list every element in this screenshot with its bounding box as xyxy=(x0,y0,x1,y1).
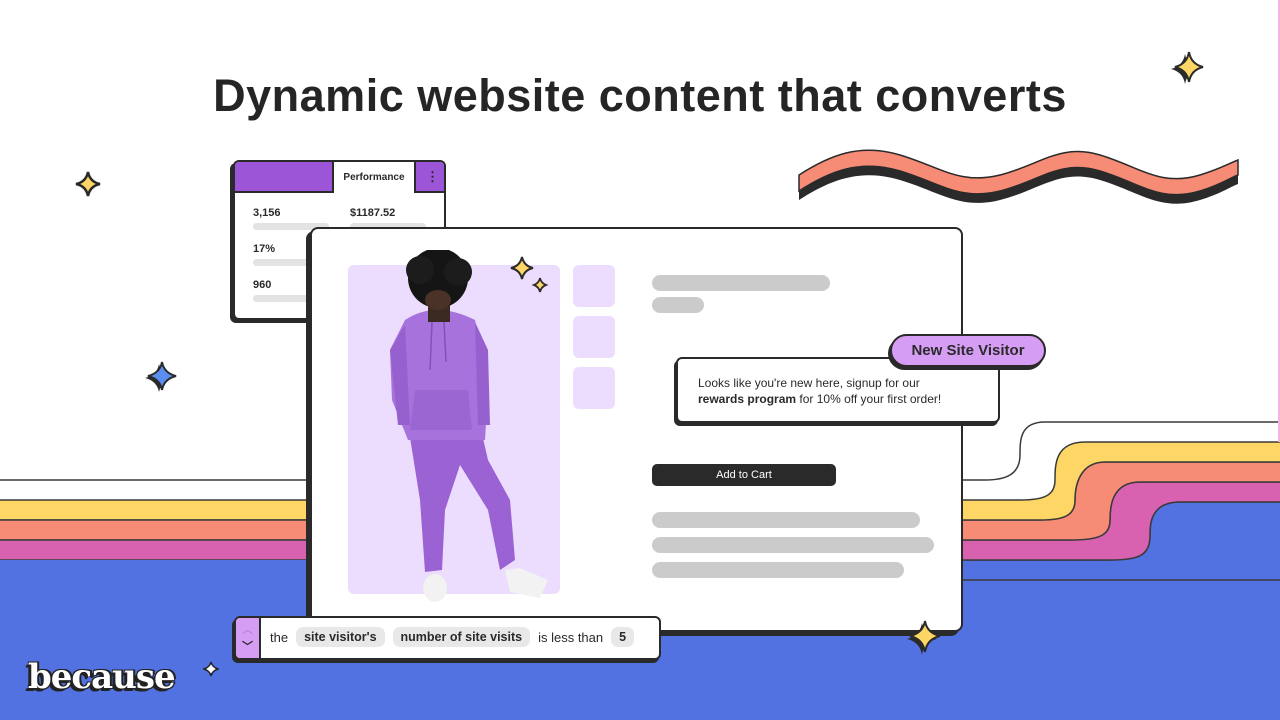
description-skeleton xyxy=(652,537,934,553)
add-to-cart-button[interactable]: Add to Cart xyxy=(652,464,836,486)
because-logo: because xyxy=(28,657,176,697)
logo-sparkle-icon xyxy=(203,661,219,677)
description-skeleton xyxy=(652,562,904,578)
left-stripes xyxy=(0,479,311,561)
kebab-menu-icon[interactable]: ⋮ xyxy=(426,169,439,185)
rule-operator[interactable]: is less than xyxy=(538,630,603,645)
wave-decoration xyxy=(798,149,1239,204)
chevron-down-icon[interactable]: ﹀ xyxy=(236,638,259,654)
rule-subject-chip[interactable]: site visitor's xyxy=(296,627,385,647)
rewards-program-link[interactable]: rewards program xyxy=(698,392,796,406)
rule-prefix: the xyxy=(270,629,289,645)
sparkle-stars-icon xyxy=(510,256,549,293)
page-headline: Dynamic website content that converts xyxy=(213,70,1067,121)
title-skeleton xyxy=(652,275,830,291)
tab-performance[interactable]: Performance xyxy=(332,162,416,193)
popup-message-line: for 10% off your first order! xyxy=(796,392,942,406)
rule-stepper[interactable]: ︿ ﹀ xyxy=(236,618,261,658)
popup-message: Looks like you're new here, signup for o… xyxy=(698,375,998,407)
rule-attribute-chip[interactable]: number of site visits xyxy=(392,627,531,647)
stat-value: 17% xyxy=(253,243,276,255)
stat-value: 960 xyxy=(253,279,272,291)
thumbnail[interactable] xyxy=(573,316,615,358)
price-skeleton xyxy=(652,297,704,313)
thumbnail[interactable] xyxy=(573,367,615,409)
thumbnail[interactable] xyxy=(573,265,615,307)
sparkle-star-icon xyxy=(907,620,941,655)
new-site-visitor-badge: New Site Visitor xyxy=(890,334,1046,367)
rule-condition: the site visitor's number of site visits… xyxy=(270,627,635,647)
stat-value: $1187.52 xyxy=(350,207,396,219)
chevron-up-icon[interactable]: ︿ xyxy=(236,621,259,637)
description-skeleton xyxy=(652,512,920,528)
product-model-image xyxy=(390,250,548,602)
sparkle-star-icon xyxy=(145,361,177,392)
right-stripes xyxy=(961,421,1280,581)
popup-message-line: Looks like you're new here, signup for o… xyxy=(698,376,920,390)
sparkle-star-icon xyxy=(75,171,101,197)
rule-value-chip[interactable]: 5 xyxy=(611,627,635,647)
audience-rule-bar: ︿ ﹀ the site visitor's number of site vi… xyxy=(234,616,661,660)
stat-value: 3,156 xyxy=(253,207,281,219)
